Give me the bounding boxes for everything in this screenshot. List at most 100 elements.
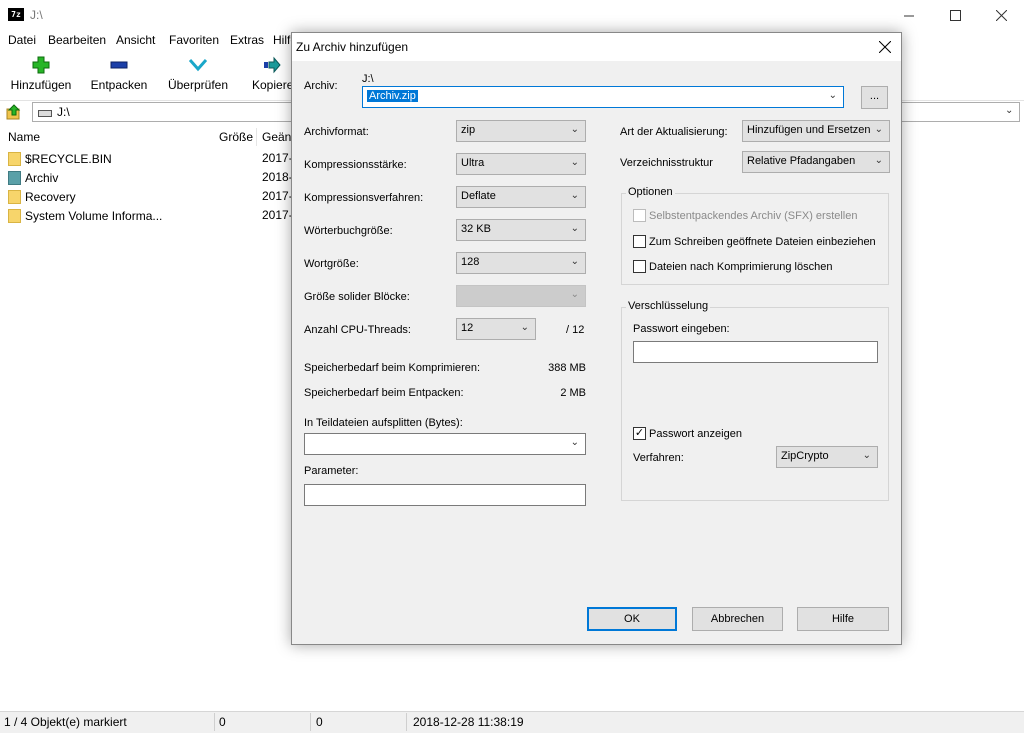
- chevron-down-icon: ⌄: [570, 256, 579, 267]
- method-combo[interactable]: Deflate ⌄: [456, 186, 586, 208]
- status-separator: [214, 713, 215, 731]
- item-date: 2017-: [262, 208, 293, 222]
- update-combo[interactable]: Hinzufügen und Ersetzen ⌄: [742, 120, 890, 142]
- chevron-down-icon: ⌄: [570, 223, 579, 234]
- password-input[interactable]: [633, 341, 878, 363]
- address-path: J:\: [57, 105, 70, 119]
- chevron-down-icon[interactable]: ⌄: [829, 90, 837, 101]
- format-value: zip: [461, 124, 476, 136]
- enc-method-value: ZipCrypto: [781, 450, 829, 462]
- dict-combo[interactable]: 32 KB ⌄: [456, 219, 586, 241]
- item-name: $RECYCLE.BIN: [25, 151, 112, 166]
- mem-comp-value: 388 MB: [548, 362, 586, 374]
- method-label: Kompressionsverfahren:: [304, 192, 424, 204]
- delete-after-label: Dateien nach Komprimierung löschen: [649, 261, 833, 273]
- arrow-right-icon: [263, 56, 281, 74]
- column-modified[interactable]: Geänd: [262, 130, 291, 144]
- delete-after-checkbox[interactable]: [633, 260, 646, 273]
- chevron-down-icon: ⌄: [570, 289, 579, 300]
- menu-extras[interactable]: Extras: [230, 33, 264, 47]
- shared-files-checkbox[interactable]: [633, 235, 646, 248]
- menu-datei[interactable]: Datei: [8, 33, 36, 47]
- dict-value: 32 KB: [461, 223, 491, 235]
- menu-bearbeiten[interactable]: Bearbeiten: [48, 33, 106, 47]
- minus-icon: [110, 61, 128, 69]
- word-label: Wortgröße:: [304, 258, 359, 270]
- menu-favoriten[interactable]: Favoriten: [169, 33, 219, 47]
- params-input[interactable]: [304, 484, 586, 506]
- word-combo[interactable]: 128 ⌄: [456, 252, 586, 274]
- archive-label: Archiv:: [304, 80, 338, 92]
- options-group-label: Optionen: [626, 186, 675, 198]
- chevron-down-icon: ⌄: [570, 190, 579, 201]
- cancel-button[interactable]: Abbrechen: [692, 607, 783, 631]
- status-size: 0: [219, 715, 226, 729]
- list-item[interactable]: Recovery: [8, 187, 76, 206]
- show-password-checkbox[interactable]: ✓: [633, 427, 646, 440]
- menu-hilfe[interactable]: Hilfe: [273, 33, 291, 47]
- archive-icon: [8, 170, 21, 185]
- help-button[interactable]: Hilfe: [797, 607, 889, 631]
- level-combo[interactable]: Ultra ⌄: [456, 153, 586, 175]
- dialog-close-button[interactable]: [874, 36, 896, 58]
- check-down-icon: [189, 59, 207, 72]
- folder-icon: [8, 151, 21, 166]
- folder-up-button[interactable]: [6, 104, 22, 120]
- app-icon: 7z: [8, 8, 24, 21]
- params-label: Parameter:: [304, 465, 359, 477]
- threads-combo[interactable]: 12 ⌄: [456, 318, 536, 340]
- browse-button[interactable]: ...: [861, 86, 888, 109]
- chevron-down-icon: ⌄: [570, 124, 579, 135]
- list-item[interactable]: Archiv: [8, 168, 58, 187]
- extract-button[interactable]: Entpacken: [88, 54, 150, 96]
- encryption-group: [621, 307, 889, 501]
- threads-max: / 12: [566, 324, 585, 336]
- word-value: 128: [461, 256, 480, 268]
- chevron-down-icon[interactable]: ⌄: [571, 437, 579, 448]
- menu-ansicht[interactable]: Ansicht: [116, 33, 155, 47]
- close-icon: [995, 9, 1007, 21]
- column-name[interactable]: Name: [8, 130, 40, 144]
- list-item[interactable]: System Volume Informa...: [8, 206, 162, 225]
- list-header: [0, 127, 300, 147]
- copy-button[interactable]: Kopieren: [252, 54, 291, 96]
- format-combo[interactable]: zip ⌄: [456, 120, 586, 142]
- column-separator[interactable]: [256, 128, 257, 146]
- test-button[interactable]: Überprüfen: [166, 54, 230, 96]
- chevron-down-icon: ⌄: [520, 322, 529, 333]
- plus-icon: [32, 56, 50, 74]
- solid-label: Größe solider Blöcke:: [304, 291, 410, 303]
- chevron-down-icon[interactable]: ⌄: [1005, 105, 1013, 116]
- copy-label: Kopieren: [252, 78, 291, 92]
- extract-label: Entpacken: [90, 78, 148, 92]
- minimize-button[interactable]: [886, 0, 932, 30]
- enc-method-combo[interactable]: ZipCrypto ⌄: [776, 446, 878, 468]
- column-size[interactable]: Größe: [219, 130, 253, 144]
- split-combo[interactable]: ⌄: [304, 433, 586, 455]
- status-separator: [310, 713, 311, 731]
- list-item[interactable]: $RECYCLE.BIN: [8, 149, 112, 168]
- archive-directory: J:\: [362, 73, 374, 85]
- item-date: 2018-: [262, 170, 293, 184]
- minimize-icon: [903, 15, 914, 16]
- title-bar: [0, 0, 1024, 30]
- paths-combo[interactable]: Relative Pfadangaben ⌄: [742, 151, 890, 173]
- encryption-group-label: Verschlüsselung: [626, 300, 711, 312]
- item-name: System Volume Informa...: [25, 208, 163, 223]
- ok-button[interactable]: OK: [587, 607, 677, 631]
- close-button[interactable]: [978, 0, 1024, 30]
- sfx-label: Selbstentpackendes Archiv (SFX) erstelle…: [649, 210, 858, 222]
- add-label: Hinzufügen: [10, 78, 72, 92]
- add-to-archive-dialog: Zu Archiv hinzufügen Archiv: J:\ Archiv.…: [291, 32, 902, 645]
- threads-label: Anzahl CPU-Threads:: [304, 324, 411, 336]
- folder-icon: [8, 189, 21, 204]
- paths-label: Verzeichnisstruktur: [620, 157, 713, 169]
- folder-up-icon: [6, 104, 21, 120]
- close-icon: [878, 40, 892, 54]
- maximize-button[interactable]: [932, 0, 978, 30]
- archive-name-combo[interactable]: Archiv.zip ⌄: [362, 86, 844, 108]
- add-button[interactable]: Hinzufügen: [8, 54, 74, 96]
- format-label: Archivformat:: [304, 126, 369, 138]
- item-name: Archiv: [25, 170, 59, 185]
- dict-label: Wörterbuchgröße:: [304, 225, 393, 237]
